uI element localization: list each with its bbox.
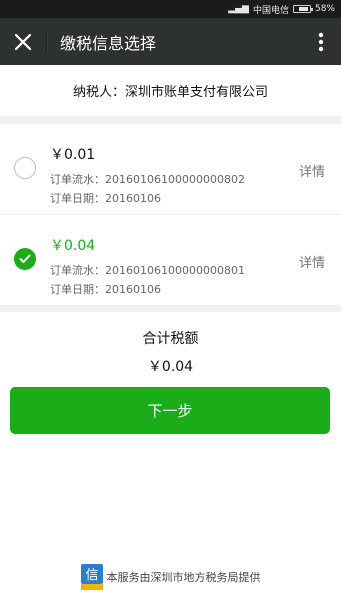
- taxpayer-info: 纳税人：深圳市账单支付有限公司: [0, 65, 341, 116]
- order-serial: 订单流水：20160106100000000802: [50, 173, 245, 186]
- total-section: 合计税额 ￥0.04 下一步 信 本服务由深圳市地方税务局提供: [0, 312, 341, 605]
- radio-unchecked-icon[interactable]: [14, 157, 36, 179]
- battery-icon: [292, 5, 313, 13]
- radio-checked-icon[interactable]: [14, 248, 36, 270]
- total-value: ￥0.04: [147, 359, 194, 375]
- detail-link[interactable]: 详情: [299, 161, 325, 180]
- page-title: 缴税信息选择: [60, 33, 157, 53]
- footer-text: 本服务由深圳市地方税务局提供: [106, 571, 261, 584]
- close-icon: [14, 33, 32, 50]
- battery-percent: 58%: [314, 4, 335, 14]
- signal-icon: ▂▄▆: [228, 4, 249, 14]
- status-icons: ▂▄▆ 中国电信 58%: [224, 3, 335, 16]
- detail-link[interactable]: 详情: [299, 252, 325, 271]
- more-button[interactable]: [301, 18, 341, 65]
- order-date: 订单日期：20160106: [50, 283, 161, 296]
- order-amount: ￥0.04: [50, 238, 96, 254]
- checkmark-icon: [19, 254, 31, 263]
- nav-divider: [46, 30, 48, 53]
- order-item[interactable]: ￥0.04 订单流水：20160106100000000801 订单日期：201…: [0, 214, 341, 305]
- logo-text: 信: [85, 568, 98, 583]
- status-bar: ▂▄▆ 中国电信 58%: [0, 0, 341, 18]
- close-button[interactable]: [0, 18, 46, 65]
- tax-bureau-logo: 信: [80, 564, 103, 590]
- order-amount: ￥0.01: [50, 147, 96, 163]
- next-button[interactable]: 下一步: [10, 387, 330, 434]
- order-date: 订单日期：20160106: [50, 192, 161, 205]
- nav-bar: 缴税信息选择: [0, 18, 341, 65]
- carrier-name: 中国电信: [252, 5, 289, 16]
- order-item[interactable]: ￥0.01 订单流水：20160106100000000802 订单日期：201…: [0, 124, 341, 214]
- more-icon: [318, 32, 324, 51]
- order-serial: 订单流水：20160106100000000801: [50, 264, 245, 277]
- order-list: ￥0.01 订单流水：20160106100000000802 订单日期：201…: [0, 124, 341, 305]
- footer: 信 本服务由深圳市地方税务局提供: [0, 564, 341, 590]
- total-label: 合计税额: [142, 331, 199, 347]
